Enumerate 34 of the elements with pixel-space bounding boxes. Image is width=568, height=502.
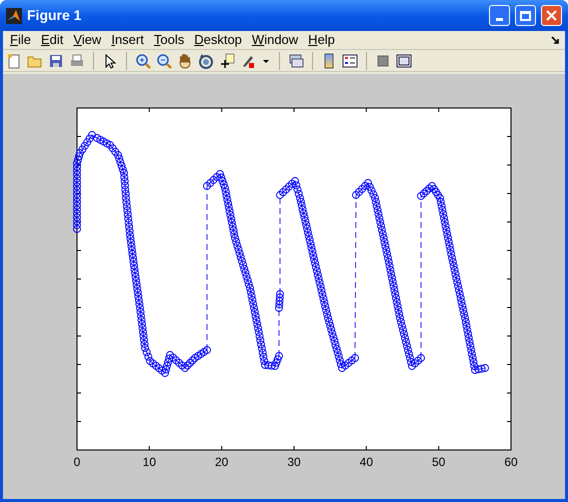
close-button[interactable] [541,5,562,26]
menu-item[interactable]: Insert [106,30,149,50]
x-tick-label: 0 [74,455,80,469]
x-tick-label: 20 [214,455,228,469]
menu-item[interactable]: Desktop [189,30,247,50]
x-tick-label: 40 [360,455,374,469]
legend-icon[interactable] [342,52,358,68]
window-title: Figure 1 [27,6,82,25]
menu-item[interactable]: View [68,30,106,50]
app-logo-icon[interactable] [6,8,22,24]
dock-arrow-icon[interactable] [551,36,560,44]
menu-item[interactable]: Tools [148,30,190,50]
zoom-in-icon[interactable] [135,52,151,68]
x-tick-label: 50 [432,455,446,469]
menu-item[interactable]: Window [246,30,304,50]
x-tick-label: 30 [287,455,301,469]
x-tick-label: 10 [142,455,156,469]
menu-item[interactable]: Edit [36,30,68,50]
print-icon[interactable] [69,52,85,68]
square-icon[interactable] [375,52,391,68]
x-tick-label: 60 [504,455,518,469]
panel-icon[interactable] [396,52,412,68]
data-cursor-icon[interactable] [219,52,235,68]
save-icon[interactable] [48,52,64,68]
maximize-button[interactable] [515,5,536,26]
hand-icon[interactable] [177,52,193,68]
menu-item[interactable]: File [5,30,36,50]
close-icon [546,10,557,21]
menu-item[interactable]: Help [303,30,340,50]
link-icon[interactable] [288,52,304,68]
new-file-icon[interactable] [6,52,22,68]
minimize-button[interactable] [489,5,510,26]
zoom-out-icon[interactable] [156,52,172,68]
rotate-icon[interactable] [198,52,214,68]
